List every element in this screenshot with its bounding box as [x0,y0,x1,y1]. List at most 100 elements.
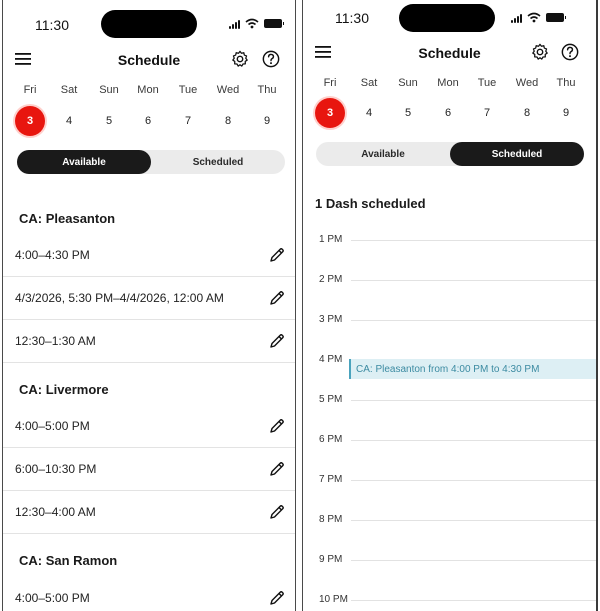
day-label-fri: Fri [323,77,337,89]
day-label-tue: Tue [178,84,198,96]
hour-label: 2 PM [319,274,343,285]
pencil-icon[interactable] [267,331,287,351]
hour-gridline [351,280,596,281]
slot-time: 12:30–1:30 AM [15,334,96,348]
pencil-icon[interactable] [267,416,287,436]
frame-divider [596,0,598,611]
tab-available[interactable]: Available [316,142,450,166]
question-circle-icon[interactable] [559,41,581,63]
hour-gridline [351,480,596,481]
date-6[interactable]: 6 [433,98,463,128]
dynamic-island [399,4,495,32]
tab-scheduled[interactable]: Scheduled [151,150,285,174]
date-9[interactable]: 9 [551,98,581,128]
cellular-signal-icon [511,13,522,23]
hour-label: 9 PM [319,554,343,565]
hour-row: 5 PM [303,394,596,440]
hour-gridline [351,400,596,401]
day-label-sun: Sun [99,84,119,96]
battery-icon [264,19,284,28]
slot-time: 4:00–4:30 PM [15,248,90,262]
slot-time: 6:00–10:30 PM [15,462,97,476]
dynamic-island [101,10,197,38]
hour-label: 3 PM [319,314,343,325]
availability-slot[interactable]: 6:00–10:30 PM [3,448,295,491]
location-heading-san-ramon: CA: San Ramon [19,553,118,568]
cellular-signal-icon [229,19,240,29]
day-label-sun: Sun [398,77,418,89]
wifi-icon [527,12,541,23]
availability-slot[interactable]: 4:00–5:00 PM [3,405,295,448]
hour-row: 6 PM [303,434,596,480]
page-title: Schedule [418,45,481,61]
scheduled-count: 1 Dash scheduled [315,196,426,211]
slot-time: 4:00–5:00 PM [15,590,90,605]
page-title: Schedule [117,52,181,68]
hour-gridline [351,320,596,321]
date-8[interactable]: 8 [213,106,243,136]
date-6[interactable]: 6 [133,106,163,136]
pencil-icon[interactable] [267,502,287,522]
location-heading-pleasanton: CA: Pleasanton [19,211,116,226]
pencil-icon[interactable] [267,288,287,308]
battery-icon [546,13,566,22]
gear-icon[interactable] [229,48,251,70]
day-label-wed: Wed [515,77,539,89]
hour-row: 8 PM [303,514,596,560]
date-3-selected[interactable]: 3 [315,98,345,128]
pencil-icon[interactable] [267,459,287,479]
location-heading-livermore: CA: Livermore [19,382,109,397]
date-3-selected[interactable]: 3 [15,106,45,136]
day-label-thu: Thu [257,84,277,96]
day-label-wed: Wed [216,84,240,96]
hour-label: 7 PM [319,474,343,485]
tab-scheduled[interactable]: Scheduled [450,142,584,166]
availability-slot[interactable]: 4/3/2026, 5:30 PM–4/4/2026, 12:00 AM [3,277,295,320]
day-label-mon: Mon [137,84,159,96]
view-toggle: Available Scheduled [17,150,285,174]
day-label-thu: Thu [556,77,576,89]
status-icons [511,12,566,23]
gear-icon[interactable] [529,41,551,63]
wifi-icon [245,18,259,29]
hour-label: 1 PM [319,234,343,245]
slot-time: 12:30–4:00 AM [15,505,96,519]
hour-gridline [351,560,596,561]
tab-available[interactable]: Available [17,150,151,174]
hour-label: 8 PM [319,514,343,525]
status-icons [229,18,284,29]
hour-label: 6 PM [319,434,343,445]
date-4[interactable]: 4 [354,98,384,128]
slot-time: 4:00–5:00 PM [15,419,90,433]
hour-label: 4 PM [319,354,343,365]
hour-row: 1 PM [303,234,596,280]
day-label-sat: Sat [360,77,378,89]
availability-slot[interactable]: 12:30–1:30 AM [3,320,295,363]
availability-slot[interactable]: 4:00–4:30 PM [3,234,295,277]
hour-gridline [351,520,596,521]
status-time: 11:30 [335,10,369,26]
date-8[interactable]: 8 [512,98,542,128]
hour-gridline [351,240,596,241]
hour-label: 10 PM [319,594,348,605]
pencil-icon[interactable] [267,588,287,608]
date-5[interactable]: 5 [94,106,124,136]
question-circle-icon[interactable] [260,48,282,70]
day-label-fri: Fri [23,84,37,96]
left-screen: 11:30 Schedule Fri Sat Sun Mon Tue Wed T… [2,0,296,611]
date-9[interactable]: 9 [252,106,282,136]
status-time: 11:30 [35,17,69,33]
hour-label: 5 PM [319,394,343,405]
hour-gridline [351,600,596,601]
hour-row: 10 PM [303,594,596,611]
scheduled-dash-event[interactable]: CA: Pleasanton from 4:00 PM to 4:30 PM [349,359,596,379]
date-5[interactable]: 5 [393,98,423,128]
date-7[interactable]: 7 [173,106,203,136]
date-4[interactable]: 4 [54,106,84,136]
availability-slot[interactable]: 4:00–5:00 PM [3,576,295,611]
date-7[interactable]: 7 [472,98,502,128]
view-toggle: Available Scheduled [316,142,584,166]
availability-slot[interactable]: 12:30–4:00 AM [3,491,295,534]
day-label-sat: Sat [60,84,78,96]
pencil-icon[interactable] [267,245,287,265]
